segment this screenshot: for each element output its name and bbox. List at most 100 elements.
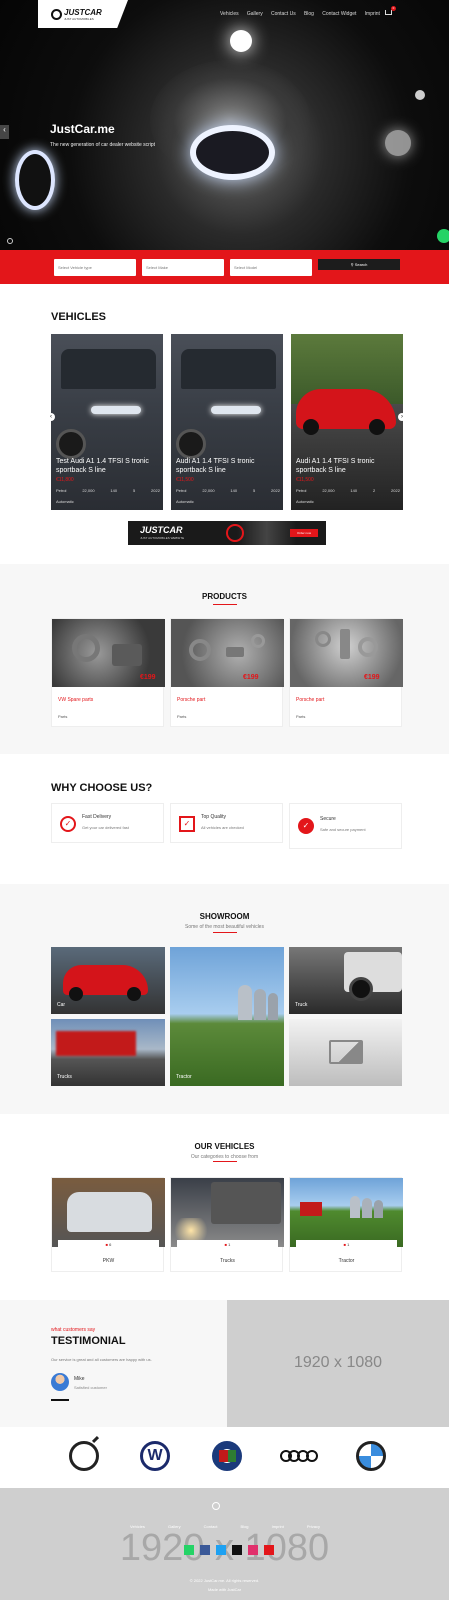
- check-filled-icon: ✓: [298, 818, 314, 834]
- spec-fuel: Petrol: [56, 488, 67, 493]
- logo-subtext: JUST AUTOMOBILES: [64, 17, 94, 21]
- check-circle-icon: ✓: [60, 816, 76, 832]
- category-name: Trucks: [220, 1258, 235, 1264]
- spec-fuel: Petrol: [176, 488, 187, 493]
- product-meta: Parts: [177, 714, 187, 719]
- youtube-icon[interactable]: [264, 1545, 274, 1555]
- twitter-icon[interactable]: [216, 1545, 226, 1555]
- make-select[interactable]: Select Make: [142, 259, 224, 276]
- category-count-badge: ■ 1: [296, 1240, 397, 1249]
- our-vehicles-title: OUR VEHICLES: [194, 1142, 255, 1151]
- volvo-arrow-icon: [91, 1435, 100, 1444]
- social-icons: [184, 1545, 274, 1555]
- vehicle-price: €11,800: [56, 477, 74, 483]
- nav-contact-us[interactable]: Contact Us: [271, 11, 296, 17]
- vehicle-card-1[interactable]: Test Audi A1 1.4 TFSI S tronic sportback…: [51, 334, 163, 510]
- audi-logo-icon: [280, 1450, 318, 1462]
- vehicle-name: Audi A1 1.4 TFSI S tronic sportback S li…: [176, 458, 255, 474]
- hero-subtitle: The new generation of car dealer website…: [50, 142, 156, 148]
- spec-km: 22,000: [202, 488, 215, 493]
- testimonial-title: TESTIMONIAL: [51, 1335, 126, 1347]
- showroom-tile-trucks[interactable]: Trucks: [51, 1019, 165, 1086]
- product-card-2[interactable]: €199 Porsche part Parts: [170, 618, 284, 727]
- nav-contact-widget[interactable]: Contact Widget: [322, 11, 356, 17]
- banner-order-button[interactable]: Order now: [290, 529, 318, 537]
- vehicle-card-2[interactable]: Audi A1 1.4 TFSI S tronic sportback S li…: [171, 334, 283, 510]
- facebook-icon[interactable]: [200, 1545, 210, 1555]
- category-card-trucks[interactable]: ■ 1 Trucks: [170, 1177, 284, 1272]
- volkswagen-logo-icon: W: [140, 1441, 170, 1471]
- vehicle-price: €11,500: [176, 477, 194, 483]
- why-title: WHY CHOOSE US?: [51, 782, 153, 794]
- vehicle-card-3[interactable]: Audi A1 1.4 TFSI S tronic sportback S li…: [291, 334, 403, 510]
- why-card-1: ✓ Fast Delivery Get your car delivered f…: [51, 803, 164, 843]
- category-card-pkw[interactable]: ■ 6 PKW: [51, 1177, 165, 1272]
- spec-seats: 2: [372, 488, 376, 493]
- spec-fuel: Petrol: [296, 488, 307, 493]
- our-vehicles-title-underline: [213, 1161, 237, 1162]
- why-item-text: Safe and secure payment: [320, 827, 366, 832]
- promo-banner[interactable]: JUSTCAR JUST AUTOMOBILES WEBSITE Order n…: [128, 521, 326, 545]
- chat-icon[interactable]: [437, 229, 449, 243]
- model-select[interactable]: Select Model: [230, 259, 312, 276]
- testimonial-slider-dots[interactable]: [51, 1399, 69, 1401]
- category-card-tractor[interactable]: ■ 1 Tractor: [289, 1177, 403, 1272]
- vehicle-name: Test Audi A1 1.4 TFSI S tronic sportback…: [56, 458, 149, 474]
- nav-imprint[interactable]: Imprint: [365, 11, 380, 17]
- spec-year: 2022: [271, 488, 280, 493]
- products-title-underline: [213, 604, 237, 605]
- testimonial-kicker: what customers say: [51, 1327, 96, 1333]
- showroom-tile-placeholder[interactable]: [289, 1019, 402, 1086]
- whatsapp-icon[interactable]: [184, 1545, 194, 1555]
- vehicles-title: VEHICLES: [51, 311, 107, 323]
- vehicles-prev-arrow-icon[interactable]: ‹: [47, 413, 55, 421]
- vehicles-next-arrow-icon[interactable]: ›: [398, 413, 406, 421]
- spec-seats: 5: [252, 488, 256, 493]
- product-name[interactable]: VW Spare parts: [58, 697, 93, 703]
- main-nav: Vehicles Gallery Contact Us Blog Contact…: [220, 11, 380, 17]
- hero-prev-arrow[interactable]: ‹: [0, 125, 9, 139]
- footer-logo-icon[interactable]: [212, 1502, 220, 1510]
- spec-km: 22,000: [322, 488, 335, 493]
- tiktok-icon[interactable]: [232, 1545, 242, 1555]
- why-item-title: Secure: [320, 816, 336, 822]
- product-name[interactable]: Porsche part: [177, 697, 205, 703]
- nav-vehicles[interactable]: Vehicles: [220, 11, 239, 17]
- banner-subtext: JUST AUTOMOBILES WEBSITE: [140, 536, 185, 540]
- search-button[interactable]: ⚲ Search: [318, 259, 400, 270]
- product-card-1[interactable]: €199 VW Spare parts Parts: [51, 618, 165, 727]
- tile-label: Tractor: [176, 1074, 192, 1080]
- avatar: [51, 1373, 69, 1391]
- logo-text: JUSTCAR: [64, 8, 102, 17]
- why-item-text: All vehicles are checked: [201, 825, 244, 830]
- product-card-3[interactable]: €199 Porsche part Parts: [289, 618, 403, 727]
- showroom-subtitle: Some of the most beautiful vehicles: [185, 924, 264, 930]
- product-name[interactable]: Porsche part: [296, 697, 324, 703]
- showroom-tile-truck[interactable]: Truck: [289, 947, 402, 1014]
- vehicle-type-select[interactable]: Select Vehicle type: [54, 259, 136, 276]
- cart-icon[interactable]: [385, 10, 392, 15]
- check-square-icon: ✓: [179, 816, 195, 832]
- footer-made-with: Made with JustCar: [207, 1587, 242, 1592]
- nav-gallery[interactable]: Gallery: [247, 11, 263, 17]
- product-price: €199: [364, 674, 380, 681]
- showroom-tile-car[interactable]: Car: [51, 947, 165, 1014]
- bmw-logo-icon: [356, 1441, 386, 1471]
- nav-blog[interactable]: Blog: [304, 11, 314, 17]
- car-icon: ■: [105, 1242, 109, 1247]
- spec-year: 2022: [151, 488, 160, 493]
- search-icon: ⚲: [350, 262, 354, 267]
- why-item-title: Top Quality: [201, 814, 227, 820]
- why-item-title: Fast Delivery: [82, 814, 112, 820]
- footer-copyright: © 2022 JustCar.me. All rights reserved.: [189, 1578, 260, 1583]
- hero-indicator-icon[interactable]: [7, 238, 13, 244]
- vehicle-specs: Petrol 22,000 140 5 2022: [56, 488, 160, 493]
- testimonial-section: [0, 1300, 227, 1427]
- cart-count-badge: 0: [391, 6, 396, 11]
- spec-seats: 5: [132, 488, 136, 493]
- banner-logo: JUSTCAR: [140, 525, 183, 535]
- tile-label: Truck: [295, 1002, 308, 1008]
- instagram-icon[interactable]: [248, 1545, 258, 1555]
- showroom-title-underline: [213, 932, 237, 933]
- showroom-tile-tractor[interactable]: Tractor: [170, 947, 284, 1086]
